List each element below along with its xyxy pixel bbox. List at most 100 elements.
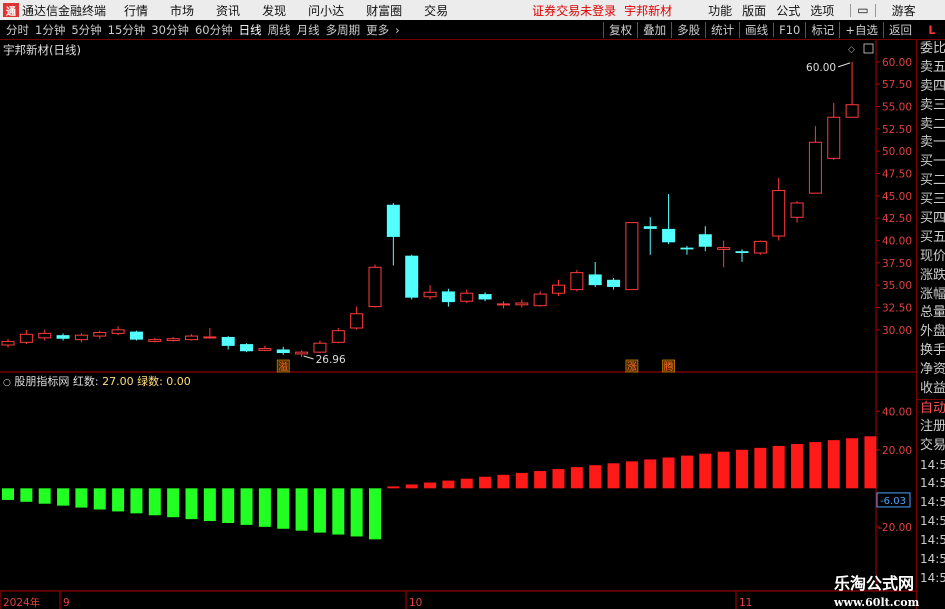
menu-trade[interactable]: 交易 <box>424 2 448 19</box>
sidebar-item[interactable]: 卖四 <box>917 78 945 97</box>
time-tick-label: 11 <box>739 597 752 609</box>
indicator-bar <box>534 470 547 489</box>
menu-function[interactable]: 功能 <box>708 2 732 19</box>
indicator-bar <box>222 488 235 523</box>
price-tick-label: 32.50 <box>882 302 912 314</box>
event-marker-label: 腾 <box>664 360 674 373</box>
menu-layout[interactable]: 版面 <box>742 2 766 19</box>
sidebar-time: 14:56 <box>920 457 945 472</box>
tool-back[interactable]: 返回 <box>883 22 917 38</box>
candle <box>129 330 143 341</box>
chart-toolbar: 复权 叠加 多股 统计 画线 F10 标记 +自选 返回 <box>603 20 917 40</box>
sidebar-item[interactable]: 买四 <box>917 210 945 229</box>
indicator-bar <box>607 463 620 489</box>
price-tick-label: 30.00 <box>882 325 912 337</box>
period-intraday[interactable]: 分时 <box>6 22 29 38</box>
indicator-bar <box>791 444 804 489</box>
sidebar-item[interactable]: 现价 <box>917 248 945 267</box>
tool-add-watchlist[interactable]: +自选 <box>839 22 883 38</box>
candle-body <box>515 302 529 306</box>
sidebar-item[interactable]: 卖五 <box>917 59 945 78</box>
indicator-bar <box>717 451 730 489</box>
menu-options[interactable]: 选项 <box>810 2 834 19</box>
sidebar-item[interactable]: 卖一 <box>917 134 945 153</box>
candle-body <box>295 351 309 355</box>
sidebar-time: 14:56 <box>920 552 945 567</box>
menu-formula[interactable]: 公式 <box>776 2 800 19</box>
sidebar-item[interactable]: 净资 <box>917 361 945 380</box>
menu-discover[interactable]: 发现 <box>262 2 286 19</box>
login-warning[interactable]: 证券交易未登录 <box>532 2 616 19</box>
indicator-settings-icon[interactable]: ○ <box>3 378 11 388</box>
period-daily[interactable]: 日线 <box>239 22 262 38</box>
sidebar-item[interactable]: 总量 <box>917 304 945 323</box>
period-monthly[interactable]: 月线 <box>297 22 320 38</box>
indicator-bar <box>20 488 33 502</box>
tool-f10[interactable]: F10 <box>773 23 805 37</box>
period-5min[interactable]: 5分钟 <box>71 22 101 38</box>
sidebar-item[interactable]: 卖二 <box>917 116 945 135</box>
period-30min[interactable]: 30分钟 <box>151 22 189 38</box>
sidebar-item[interactable]: 收益 <box>917 380 945 399</box>
candle-body <box>221 336 235 346</box>
price-tick-label: 42.50 <box>882 213 912 225</box>
sidebar-item[interactable]: 买一 <box>917 153 945 172</box>
candle <box>148 337 162 343</box>
candle <box>295 350 309 357</box>
kline-chart[interactable]: 60.00 57.50 55.00 52.50 50.00 47.50 45.00 42.50… <box>0 40 916 609</box>
indicator-bar <box>515 472 528 489</box>
sidebar-auto[interactable]: 自动 <box>917 398 945 418</box>
candle-body <box>441 291 455 303</box>
minimize-icon[interactable]: ▭ <box>857 3 868 17</box>
menu-wealth[interactable]: 财富圈 <box>366 2 402 19</box>
tool-draw-line[interactable]: 画线 <box>739 22 773 38</box>
tool-overlay[interactable]: 叠加 <box>637 22 671 38</box>
candle-body <box>735 251 749 253</box>
tool-multi-stock[interactable]: 多股 <box>671 22 705 38</box>
period-more[interactable]: 更多 <box>366 22 389 38</box>
sidebar-item[interactable]: 外盘 <box>917 323 945 342</box>
period-1min[interactable]: 1分钟 <box>35 22 65 38</box>
menu-market[interactable]: 市场 <box>170 2 194 19</box>
candle <box>625 222 639 291</box>
period-60min[interactable]: 60分钟 <box>195 22 233 38</box>
candle <box>350 306 364 330</box>
chevron-right-icon[interactable]: › <box>395 23 400 37</box>
period-15min[interactable]: 15分钟 <box>108 22 146 38</box>
period-multi[interactable]: 多周期 <box>326 22 361 38</box>
tool-restore-rights[interactable]: 复权 <box>603 22 637 38</box>
period-weekly[interactable]: 周线 <box>268 22 291 38</box>
candle <box>607 278 621 290</box>
sidebar-item[interactable]: 买三 <box>917 191 945 210</box>
tool-mark[interactable]: 标记 <box>805 22 839 38</box>
sidebar-item[interactable]: 买二 <box>917 172 945 191</box>
candle <box>533 291 547 307</box>
indicator-title: ○ 股朋指标网 红数: 27.00 绿数: 0.00 <box>3 373 191 389</box>
price-tick-label: 55.00 <box>882 102 912 114</box>
menu-ask[interactable]: 问小达 <box>308 2 344 19</box>
sidebar-trade[interactable]: 交易 <box>917 437 945 456</box>
candle-body <box>93 331 107 337</box>
sidebar-item[interactable]: 换手 <box>917 342 945 361</box>
candle <box>845 61 859 118</box>
menu-quotes[interactable]: 行情 <box>124 2 148 19</box>
sidebar-item[interactable]: 涨跌 <box>917 267 945 286</box>
sidebar-register[interactable]: 注册 <box>917 418 945 437</box>
candle-body <box>38 332 52 339</box>
green-count-value: 0.00 <box>166 375 191 388</box>
divider <box>850 3 852 17</box>
indicator-bar <box>57 488 70 506</box>
guest-label[interactable]: 游客 <box>892 2 916 19</box>
sidebar-item[interactable]: 委比 <box>917 40 945 59</box>
indicator-name[interactable]: 股朋指标网 <box>14 375 69 388</box>
sidebar-item[interactable]: 买五 <box>917 229 945 248</box>
tool-statistics[interactable]: 统计 <box>705 22 739 38</box>
sidebar-item[interactable]: 涨幅 <box>917 286 945 305</box>
candle <box>405 254 419 300</box>
divider <box>874 3 876 17</box>
sidebar-item[interactable]: 卖三 <box>917 97 945 116</box>
menu-news[interactable]: 资讯 <box>216 2 240 19</box>
level2-button[interactable]: L <box>919 20 945 40</box>
candle <box>93 330 107 339</box>
candle <box>496 301 510 309</box>
